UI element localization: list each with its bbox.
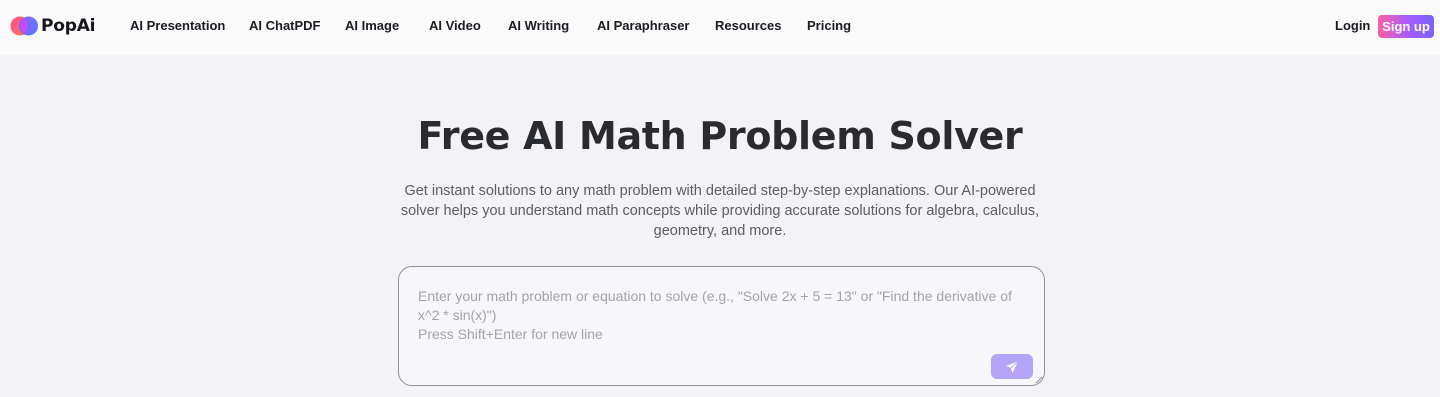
login-link[interactable]: Login — [1335, 18, 1370, 33]
nav-item-ai-writing[interactable]: AI Writing — [508, 18, 569, 33]
page-title: Free AI Math Problem Solver — [417, 114, 1023, 158]
resize-handle-icon[interactable] — [1035, 376, 1043, 384]
main-nav: AI Presentation AI ChatPDF AI Image AI V… — [0, 0, 1440, 55]
page-subtitle: Get instant solutions to any math proble… — [400, 183, 1040, 239]
paper-plane-icon — [1006, 360, 1019, 373]
nav-item-ai-video[interactable]: AI Video — [429, 18, 481, 33]
math-problem-input-box — [398, 266, 1045, 386]
math-problem-input[interactable] — [418, 287, 1030, 349]
nav-item-pricing[interactable]: Pricing — [807, 18, 851, 33]
send-button[interactable] — [991, 354, 1033, 379]
signup-button[interactable]: Sign up — [1378, 15, 1434, 38]
nav-item-resources[interactable]: Resources — [715, 18, 781, 33]
top-navigation-bar: PopAi AI Presentation AI ChatPDF AI Imag… — [0, 0, 1440, 55]
nav-item-ai-image[interactable]: AI Image — [345, 18, 399, 33]
nav-item-ai-chatpdf[interactable]: AI ChatPDF — [249, 18, 321, 33]
nav-item-ai-paraphraser[interactable]: AI Paraphraser — [597, 18, 690, 33]
nav-item-ai-presentation[interactable]: AI Presentation — [130, 18, 225, 33]
